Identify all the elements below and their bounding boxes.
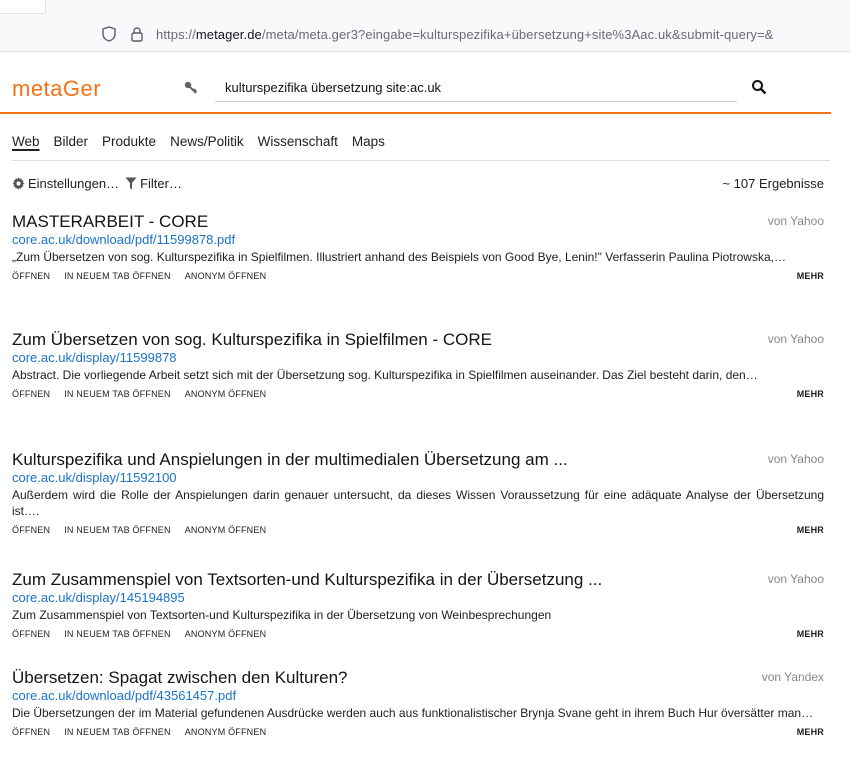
open-link[interactable]: ÖFFNEN [12, 629, 50, 639]
settings-label: Einstellungen… [28, 175, 120, 191]
open-link[interactable]: ÖFFNEN [12, 389, 50, 399]
tab-produkte[interactable]: Produkte [102, 134, 156, 149]
result-url[interactable]: core.ac.uk/display/11599878 [12, 350, 824, 366]
open-link[interactable]: ÖFFNEN [12, 727, 50, 737]
filter-label: Filter… [140, 175, 182, 191]
open-anonymous-link[interactable]: ANONYM ÖFFNEN [185, 727, 267, 737]
search-result: Zum Zusammenspiel von Textsorten-und Kul… [12, 570, 824, 639]
result-actions: ÖFFNEN IN NEUEM TAB ÖFFNEN ANONYM ÖFFNEN… [12, 271, 824, 281]
tab-bilder[interactable]: Bilder [54, 134, 89, 149]
more-button[interactable]: MEHR [797, 629, 824, 639]
shield-icon[interactable] [100, 25, 118, 43]
open-new-tab-link[interactable]: IN NEUEM TAB ÖFFNEN [64, 727, 170, 737]
gear-icon [12, 176, 25, 190]
tab-web[interactable]: Web [12, 134, 40, 149]
filter-icon [125, 177, 137, 189]
result-url[interactable]: core.ac.uk/download/pdf/11599878.pdf [12, 232, 824, 248]
url-path: /meta/meta.ger3?eingabe=kulturspezifika+… [261, 26, 774, 42]
result-snippet: Die Übersetzungen der im Material gefund… [12, 706, 814, 720]
search-result: Kulturspezifika und Anspielungen in der … [12, 450, 824, 535]
search-icon [752, 80, 767, 95]
tab-wissenschaft[interactable]: Wissenschaft [258, 134, 338, 149]
open-new-tab-link[interactable]: IN NEUEM TAB ÖFFNEN [64, 271, 170, 281]
category-tabs: Web Bilder Produkte News/Politik Wissens… [12, 134, 385, 149]
more-button[interactable]: MEHR [797, 271, 824, 281]
result-url[interactable]: core.ac.uk/display/11592100 [12, 470, 824, 486]
metager-logo[interactable]: metaGer [12, 76, 101, 102]
tab-news-politik[interactable]: News/Politik [170, 134, 244, 149]
result-snippet: Abstract. Die vorliegende Arbeit setzt s… [12, 368, 758, 382]
result-snippet: Zum Zusammenspiel von Textsorten-und Kul… [12, 608, 552, 622]
result-url[interactable]: core.ac.uk/display/145194895 [12, 590, 824, 606]
search-result: Zum Übersetzen von sog. Kulturspezifika … [12, 330, 824, 399]
result-actions: ÖFFNEN IN NEUEM TAB ÖFFNEN ANONYM ÖFFNEN… [12, 727, 824, 737]
result-actions: ÖFFNEN IN NEUEM TAB ÖFFNEN ANONYM ÖFFNEN… [12, 389, 824, 399]
result-snippet: „Zum Übersetzen von sog. Kulturspezifika… [12, 250, 786, 264]
result-source: von Yahoo [767, 332, 824, 346]
search-input[interactable] [215, 74, 737, 102]
more-button[interactable]: MEHR [797, 727, 824, 737]
result-title[interactable]: MASTERARBEIT - CORE [12, 212, 712, 232]
open-new-tab-link[interactable]: IN NEUEM TAB ÖFFNEN [64, 629, 170, 639]
url-domain: metager.de [195, 26, 262, 42]
result-actions: ÖFFNEN IN NEUEM TAB ÖFFNEN ANONYM ÖFFNEN… [12, 629, 824, 639]
result-source: von Yahoo [767, 452, 824, 466]
result-title[interactable]: Zum Zusammenspiel von Textsorten-und Kul… [12, 570, 712, 590]
more-button[interactable]: MEHR [797, 525, 824, 535]
settings-row: Einstellungen… Filter… ~ 107 Ergebnisse [12, 174, 824, 192]
tabs-divider [12, 160, 830, 161]
search-result: Übersetzen: Spagat zwischen den Kulturen… [12, 668, 824, 737]
result-title[interactable]: Zum Übersetzen von sog. Kulturspezifika … [12, 330, 712, 350]
result-title[interactable]: Kulturspezifika und Anspielungen in der … [12, 450, 712, 470]
search-header: metaGer [0, 62, 831, 114]
open-anonymous-link[interactable]: ANONYM ÖFFNEN [185, 525, 267, 535]
search-button[interactable] [748, 76, 770, 98]
open-anonymous-link[interactable]: ANONYM ÖFFNEN [185, 271, 267, 281]
settings-button[interactable]: Einstellungen… [12, 176, 119, 191]
result-source: von Yahoo [767, 572, 824, 586]
filter-button[interactable]: Filter… [125, 176, 182, 191]
url-text[interactable]: https://metager.de/meta/meta.ger3?eingab… [156, 27, 773, 42]
open-anonymous-link[interactable]: ANONYM ÖFFNEN [185, 629, 267, 639]
open-anonymous-link[interactable]: ANONYM ÖFFNEN [185, 389, 267, 399]
key-icon[interactable] [183, 80, 199, 101]
result-source: von Yandex [761, 670, 824, 684]
result-url[interactable]: core.ac.uk/download/pdf/43561457.pdf [12, 688, 824, 704]
browser-toolbar: https://metager.de/meta/meta.ger3?eingab… [0, 0, 851, 52]
result-snippet: Außerdem wird die Rolle der Anspielungen… [12, 488, 824, 518]
url-prefix: https:// [156, 26, 196, 42]
more-button[interactable]: MEHR [797, 389, 824, 399]
open-new-tab-link[interactable]: IN NEUEM TAB ÖFFNEN [64, 525, 170, 535]
open-link[interactable]: ÖFFNEN [12, 271, 50, 281]
open-new-tab-link[interactable]: IN NEUEM TAB ÖFFNEN [64, 389, 170, 399]
lock-icon[interactable] [128, 25, 146, 43]
open-link[interactable]: ÖFFNEN [12, 525, 50, 535]
result-title[interactable]: Übersetzen: Spagat zwischen den Kulturen… [12, 668, 712, 688]
address-bar[interactable]: https://metager.de/meta/meta.ger3?eingab… [100, 20, 773, 48]
search-result: MASTERARBEIT - CORE von Yahoo core.ac.uk… [12, 212, 824, 281]
result-count: ~ 107 Ergebnisse [722, 175, 824, 191]
result-actions: ÖFFNEN IN NEUEM TAB ÖFFNEN ANONYM ÖFFNEN… [12, 525, 824, 535]
browser-tab[interactable] [0, 0, 46, 14]
result-source: von Yahoo [767, 214, 824, 228]
tab-maps[interactable]: Maps [352, 134, 385, 149]
